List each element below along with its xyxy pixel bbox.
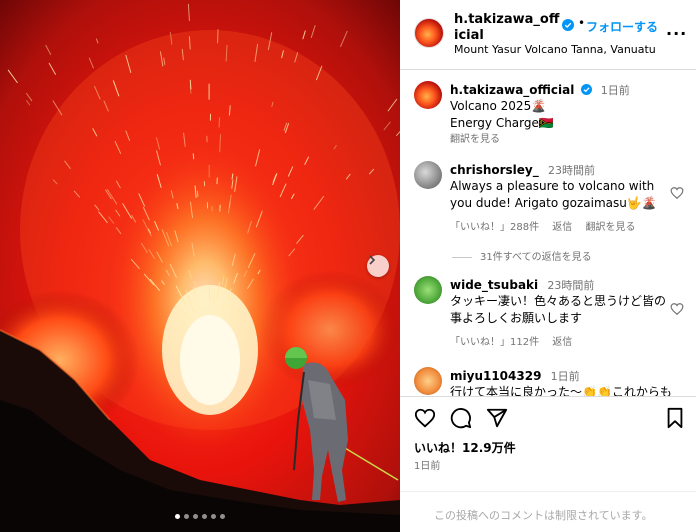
comment-time: 23時間前 bbox=[547, 279, 595, 292]
caption-text: Volcano 2025🌋 Energy Charge🇻🇺 bbox=[450, 98, 668, 132]
carousel-indicator bbox=[0, 514, 400, 519]
comment-author: wide_tsubaki 23時間前 bbox=[450, 277, 594, 293]
translate-link[interactable]: 翻訳を見る bbox=[585, 222, 635, 233]
heart-icon[interactable] bbox=[670, 186, 684, 200]
view-replies-button[interactable]: 31件すべての返信を見る bbox=[452, 248, 592, 263]
caption-line: Volcano 2025🌋 bbox=[450, 99, 547, 113]
verified-badge-icon bbox=[562, 19, 574, 31]
comments-restricted-notice: この投稿へのコメントは制限されています。 bbox=[434, 509, 653, 522]
comment-icon[interactable] bbox=[450, 407, 472, 429]
heart-icon[interactable] bbox=[414, 407, 436, 429]
more-options-icon[interactable]: ... bbox=[666, 20, 687, 39]
carousel-dot[interactable] bbox=[202, 514, 207, 519]
caption-time: 1日前 bbox=[600, 84, 630, 97]
post-date: 1日前 bbox=[414, 461, 441, 472]
commenter-avatar[interactable] bbox=[414, 367, 442, 395]
likes-count[interactable]: いいね！12.9万件 bbox=[414, 439, 516, 456]
carousel-dot[interactable] bbox=[184, 514, 189, 519]
translate-link[interactable]: 翻訳を見る bbox=[450, 134, 500, 145]
comment-meta: 「いいね！」288件 返信 翻訳を見る bbox=[450, 218, 645, 233]
caption-meta: 翻訳を見る bbox=[450, 130, 510, 145]
follow-button[interactable]: フォローする bbox=[586, 18, 658, 35]
comment-likes[interactable]: 「いいね！」112件 bbox=[450, 337, 539, 348]
caption-author: h.takizawa_official 1日前 bbox=[450, 82, 630, 98]
verified-badge-icon bbox=[580, 84, 592, 95]
comment-username[interactable]: wide_tsubaki bbox=[450, 278, 538, 292]
spark bbox=[192, 153, 195, 160]
author-avatar[interactable] bbox=[414, 18, 444, 48]
location-link[interactable]: Mount Yasur Volcano Tanna, Vanuatu bbox=[454, 43, 656, 56]
reply-button[interactable]: 返信 bbox=[552, 337, 572, 348]
comments-list[interactable]: h.takizawa_official 1日前 Volcano 2025🌋 En… bbox=[400, 71, 696, 396]
comment-username[interactable]: miyu1104329 bbox=[450, 369, 541, 383]
post-actions: いいね！12.9万件 1日前 bbox=[400, 396, 696, 491]
comment-author: miyu1104329 1日前 bbox=[450, 368, 580, 384]
comment-restriction-footer: この投稿へのコメントは制限されています。 bbox=[400, 491, 696, 532]
author-username[interactable]: h.takizawa_official bbox=[454, 12, 562, 44]
spark bbox=[231, 173, 234, 180]
comment-time: 1日前 bbox=[550, 370, 580, 383]
comment-time: 23時間前 bbox=[547, 164, 595, 177]
post-side-panel: h.takizawa_official • フォローする ... Mount Y… bbox=[400, 0, 696, 532]
separator-dot: • bbox=[578, 16, 586, 30]
commenter-avatar[interactable] bbox=[414, 276, 442, 304]
share-icon[interactable] bbox=[486, 407, 508, 429]
post-header: h.takizawa_official • フォローする ... Mount Y… bbox=[400, 0, 696, 70]
comment-meta: 「いいね！」112件 返信 bbox=[450, 333, 582, 348]
chevron-right-icon bbox=[369, 255, 376, 265]
comment-author: chrishorsley_ 23時間前 bbox=[450, 162, 595, 178]
reply-button[interactable]: 返信 bbox=[552, 222, 572, 233]
post-photo[interactable] bbox=[0, 0, 400, 532]
spark bbox=[189, 84, 192, 94]
spark bbox=[213, 293, 216, 304]
comment-text: 行けて本当に良かった〜👏👏これからも bbox=[450, 385, 672, 396]
commenter-avatar[interactable] bbox=[414, 161, 442, 189]
carousel-next-button[interactable] bbox=[367, 255, 389, 277]
heart-icon[interactable] bbox=[670, 302, 684, 316]
comment-text: Always a pleasure to volcano with you du… bbox=[450, 179, 657, 210]
bookmark-icon[interactable] bbox=[664, 407, 686, 429]
carousel-dot[interactable] bbox=[220, 514, 225, 519]
comment-likes[interactable]: 「いいね！」288件 bbox=[450, 222, 539, 233]
carousel-dot[interactable] bbox=[211, 514, 216, 519]
volcano-photo-image bbox=[0, 0, 400, 532]
carousel-dot[interactable] bbox=[193, 514, 198, 519]
caption-avatar[interactable] bbox=[414, 81, 442, 109]
comment-username[interactable]: chrishorsley_ bbox=[450, 163, 539, 177]
comment-text: タッキー凄い！色々あると思うけど皆の事よろしくお願いします bbox=[450, 294, 667, 325]
spark bbox=[196, 190, 199, 197]
caption-username[interactable]: h.takizawa_official bbox=[450, 83, 574, 97]
carousel-dot[interactable] bbox=[175, 514, 180, 519]
